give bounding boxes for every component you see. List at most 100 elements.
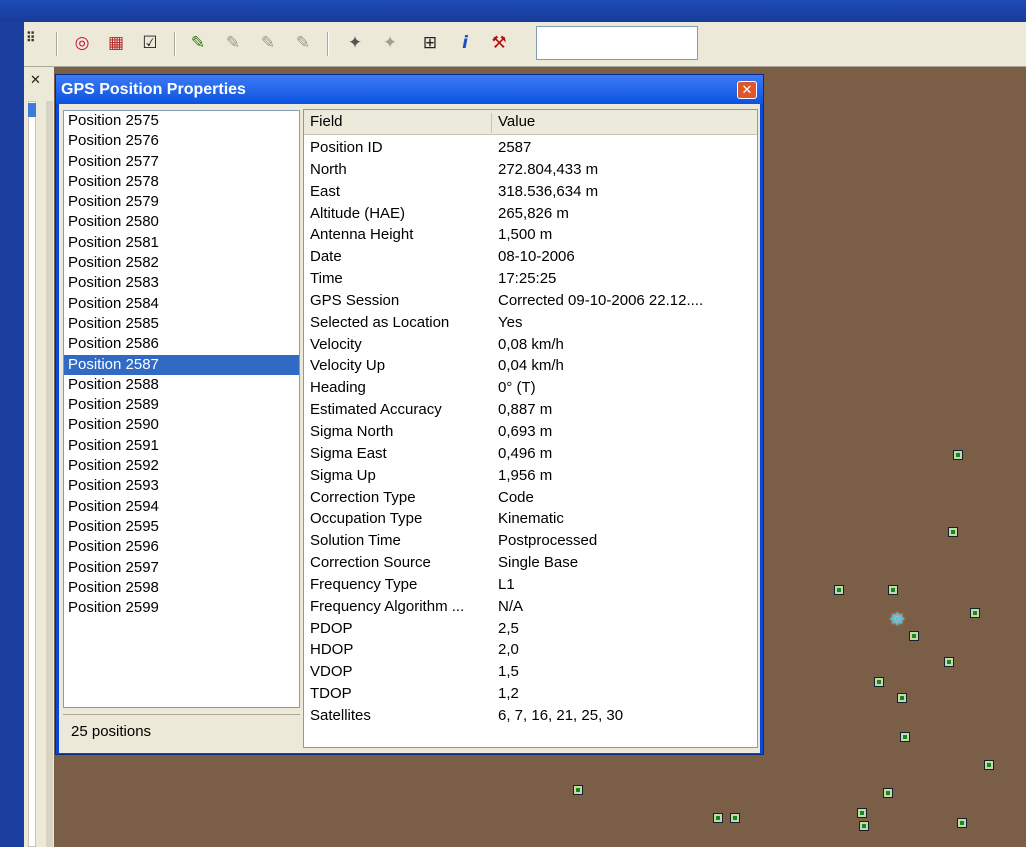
tools-icon[interactable]: ⚒ <box>486 30 512 56</box>
table-row[interactable]: Frequency Type L1 <box>304 575 757 597</box>
list-item[interactable]: Position 2590 <box>64 415 299 435</box>
gps-point-marker[interactable] <box>970 608 980 618</box>
list-item[interactable]: Position 2578 <box>64 172 299 192</box>
table-row[interactable]: Altitude (HAE) 265,826 m <box>304 204 757 226</box>
list-item[interactable]: Position 2580 <box>64 212 299 232</box>
target-icon[interactable]: ◎ <box>69 30 95 56</box>
side-panel-close-icon[interactable]: ✕ <box>30 73 41 88</box>
list-item[interactable]: Position 2593 <box>64 476 299 496</box>
gps-point-marker[interactable] <box>713 813 723 823</box>
table-row[interactable]: North 272.804,433 m <box>304 160 757 182</box>
list-item[interactable]: Position 2599 <box>64 598 299 618</box>
value-cell: Kinematic <box>498 510 564 528</box>
add-point-icon[interactable]: ⊞ <box>417 30 443 56</box>
list-item[interactable]: Position 2594 <box>64 497 299 517</box>
table-row[interactable]: Solution Time Postprocessed <box>304 531 757 553</box>
table-row[interactable]: Selected as Location Yes <box>304 313 757 335</box>
table-row[interactable]: Antenna Height 1,500 m <box>304 225 757 247</box>
side-panel-tree[interactable] <box>28 101 36 847</box>
table-row[interactable]: East 318.536,634 m <box>304 182 757 204</box>
table-row[interactable]: Occupation Type Kinematic <box>304 509 757 531</box>
close-icon[interactable]: ✕ <box>737 81 757 99</box>
list-item[interactable]: Position 2588 <box>64 375 299 395</box>
pen-check-icon[interactable]: ✎ <box>185 30 211 56</box>
gps-point-marker[interactable] <box>944 657 954 667</box>
gps-point-marker[interactable] <box>573 785 583 795</box>
list-item[interactable]: Position 2589 <box>64 395 299 415</box>
table-row[interactable]: Date 08-10-2006 <box>304 247 757 269</box>
gps-point-marker[interactable] <box>730 813 740 823</box>
list-item[interactable]: Position 2597 <box>64 558 299 578</box>
gps-point-marker[interactable] <box>859 821 869 831</box>
table-row[interactable]: HDOP 2,0 <box>304 640 757 662</box>
disabled-pen-icon[interactable]: ✎ <box>290 30 316 56</box>
gps-point-marker[interactable] <box>883 788 893 798</box>
table-row[interactable]: PDOP 2,5 <box>304 619 757 641</box>
table-row[interactable]: Satellites 6, 7, 16, 21, 25, 30 <box>304 706 757 728</box>
gps-point-marker[interactable] <box>897 693 907 703</box>
table-row[interactable]: Position ID 2587 <box>304 138 757 160</box>
gps-point-marker[interactable] <box>874 677 884 687</box>
disabled-pen-icon[interactable]: ✎ <box>255 30 281 56</box>
value-cell: 2,0 <box>498 641 519 659</box>
table-row[interactable]: Sigma Up 1,956 m <box>304 466 757 488</box>
toolbar-search-input[interactable] <box>536 26 698 60</box>
gps-point-marker[interactable] <box>834 585 844 595</box>
grip-icon[interactable]: ⠿ <box>26 30 42 56</box>
table-row[interactable]: Correction Source Single Base <box>304 553 757 575</box>
side-panel-scrollbar[interactable] <box>46 101 53 847</box>
brick-wall-icon[interactable]: ▦ <box>103 30 129 56</box>
table-row[interactable]: Sigma North 0,693 m <box>304 422 757 444</box>
list-item[interactable]: Position 2577 <box>64 152 299 172</box>
list-item[interactable]: Position 2586 <box>64 334 299 354</box>
info-icon[interactable]: i <box>452 30 478 56</box>
list-item[interactable]: Position 2598 <box>64 578 299 598</box>
list-item[interactable]: Position 2579 <box>64 192 299 212</box>
table-row[interactable]: Estimated Accuracy 0,887 m <box>304 400 757 422</box>
table-row[interactable]: Sigma East 0,496 m <box>304 444 757 466</box>
disabled-pen-icon[interactable]: ✎ <box>220 30 246 56</box>
table-row[interactable]: VDOP 1,5 <box>304 662 757 684</box>
list-item[interactable]: Position 2595 <box>64 517 299 537</box>
list-item[interactable]: Position 2584 <box>64 294 299 314</box>
list-item[interactable]: Position 2576 <box>64 131 299 151</box>
table-row[interactable]: TDOP 1,2 <box>304 684 757 706</box>
table-row[interactable]: Correction Type Code <box>304 488 757 510</box>
list-item[interactable]: Position 2583 <box>64 273 299 293</box>
field-cell: Selected as Location <box>310 313 450 331</box>
table-row[interactable]: Heading 0° (T) <box>304 378 757 400</box>
list-item[interactable]: Position 2582 <box>64 253 299 273</box>
gps-point-marker[interactable] <box>857 808 867 818</box>
list-item[interactable]: Position 2575 <box>64 111 299 131</box>
column-divider[interactable] <box>491 113 492 133</box>
gps-point-marker[interactable] <box>948 527 958 537</box>
column-header-field[interactable]: Field <box>310 113 343 130</box>
gps-point-marker[interactable] <box>900 732 910 742</box>
table-row[interactable]: Frequency Algorithm ... N/A <box>304 597 757 619</box>
satellite-icon[interactable]: ✦ <box>342 30 368 56</box>
table-row[interactable]: Velocity 0,08 km/h <box>304 335 757 357</box>
table-row[interactable]: GPS Session Corrected 09-10-2006 22.12...… <box>304 291 757 313</box>
table-row[interactable]: Velocity Up 0,04 km/h <box>304 356 757 378</box>
field-cell: Satellites <box>310 706 371 724</box>
field-cell: Antenna Height <box>310 226 414 244</box>
gps-point-marker[interactable] <box>984 760 994 770</box>
list-item[interactable]: Position 2591 <box>64 436 299 456</box>
gps-antenna-icon[interactable]: ⛯ <box>890 609 904 630</box>
disabled-satellite-icon[interactable]: ✦ <box>377 30 403 56</box>
list-item[interactable]: Position 2596 <box>64 537 299 557</box>
gps-point-marker[interactable] <box>888 585 898 595</box>
column-header-value[interactable]: Value <box>498 113 535 130</box>
gps-point-marker[interactable] <box>909 631 919 641</box>
window-body: Position 2575 Position 2576 Position 2577 P… <box>59 104 760 753</box>
table-row[interactable]: Time 17:25:25 <box>304 269 757 291</box>
list-item-selected[interactable]: Position 2587 <box>64 354 299 375</box>
gps-point-marker[interactable] <box>957 818 967 828</box>
positions-list[interactable]: Position 2575 Position 2576 Position 2577 P… <box>63 110 300 708</box>
clipboard-check-icon[interactable]: ☑ <box>137 30 163 56</box>
list-item[interactable]: Position 2585 <box>64 314 299 334</box>
list-item[interactable]: Position 2592 <box>64 456 299 476</box>
gps-point-marker[interactable] <box>953 450 963 460</box>
list-item[interactable]: Position 2581 <box>64 233 299 253</box>
field-cell: Frequency Type <box>310 575 418 593</box>
